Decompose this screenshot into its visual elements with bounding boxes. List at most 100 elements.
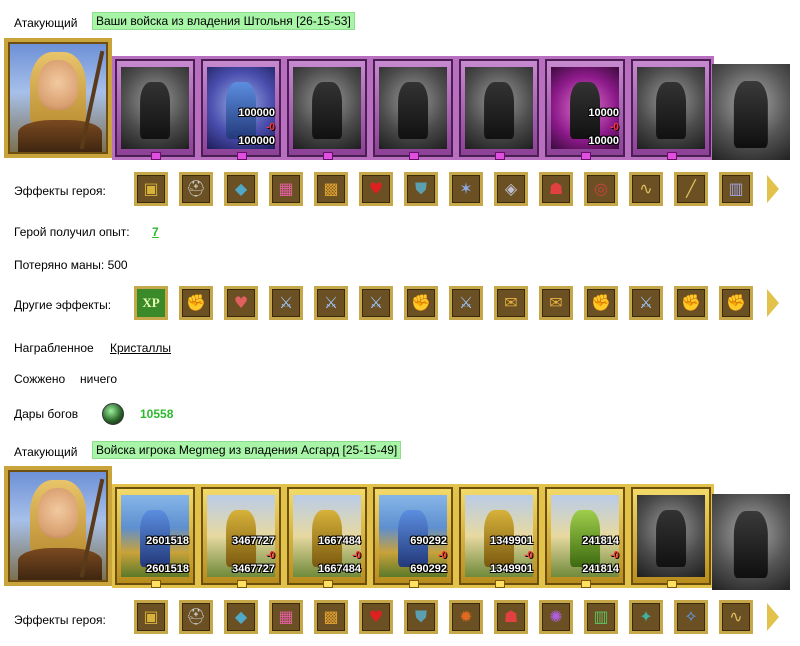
unit-loss: -0 — [610, 550, 619, 561]
boots-icon[interactable]: ◆ — [224, 600, 258, 634]
mana-lost-text: Потеряно маны: 500 — [14, 258, 128, 272]
fist-sword-icon[interactable]: ✊ — [179, 286, 213, 320]
crystal-icon-glyph: ✧ — [684, 607, 698, 626]
heart-icon[interactable]: ♥ — [359, 600, 393, 634]
burned-label: Сожжено — [14, 372, 66, 386]
whip-icon[interactable]: ∿ — [719, 600, 753, 634]
shield-icon[interactable]: ⛊ — [404, 172, 438, 206]
unit-count-remaining: 1667484 — [318, 563, 361, 575]
hero-portrait-2[interactable] — [4, 466, 112, 586]
unit-loss: -0 — [352, 550, 361, 561]
unit-slot[interactable] — [112, 56, 198, 160]
unit-loss: -0 — [610, 122, 619, 133]
gift-icon[interactable]: ▦ — [269, 600, 303, 634]
fist-sword-icon[interactable]: ✊ — [584, 286, 618, 320]
loot-value-link[interactable]: Кристаллы — [110, 341, 171, 355]
mask-icon-glyph: ☗ — [548, 179, 564, 198]
ring-icon-glyph: ◎ — [594, 179, 608, 198]
unit-slot[interactable]: 1667484 -0 1667484 — [284, 484, 370, 588]
unit-count: 241814 — [582, 535, 619, 547]
attacker-label-2: Атакующий — [14, 445, 78, 459]
rune-icon-glyph: ✦ — [639, 607, 653, 626]
unit-slot[interactable] — [370, 56, 456, 160]
exp-label: Герой получил опыт: — [14, 225, 130, 239]
armor-icon[interactable]: ▥ — [719, 172, 753, 206]
scroll-right-arrow-icon[interactable] — [766, 172, 780, 206]
mask-icon[interactable]: ☗ — [539, 172, 573, 206]
heart-icon[interactable]: ♥ — [359, 172, 393, 206]
sword-icon[interactable]: ⚔ — [449, 286, 483, 320]
unit-slot[interactable]: 100000 -0 100000 — [198, 56, 284, 160]
unit-slot[interactable] — [284, 56, 370, 160]
sword-icon-glyph: ⚔ — [278, 293, 294, 312]
sword-icon-glyph: ⚔ — [368, 293, 384, 312]
treasure-icon-glyph: ▩ — [323, 179, 339, 198]
helmet-icon[interactable]: ⛑ — [179, 172, 213, 206]
ring-icon[interactable]: ◎ — [584, 172, 618, 206]
shield-icon-glyph: ⛊ — [414, 179, 427, 198]
staff-icon[interactable]: ╱ — [674, 172, 708, 206]
sword-icon[interactable]: ⚔ — [359, 286, 393, 320]
amulet-icon[interactable]: ◈ — [494, 172, 528, 206]
hero-portrait[interactable] — [4, 38, 112, 158]
unit-count: 3467727 — [232, 535, 275, 547]
burned-value: ничего — [80, 372, 118, 386]
whip-icon[interactable]: ∿ — [629, 172, 663, 206]
fist-sword-icon[interactable]: ✊ — [719, 286, 753, 320]
unit-loss: -0 — [524, 550, 533, 561]
beast-icon[interactable]: ✺ — [539, 600, 573, 634]
fist-sword-icon[interactable]: ✊ — [404, 286, 438, 320]
sword-icon[interactable]: ⚔ — [269, 286, 303, 320]
gifts-value: 10558 — [140, 407, 174, 421]
unit-slot[interactable] — [456, 56, 542, 160]
sword-icon-glyph: ⚔ — [458, 293, 474, 312]
unit-slot[interactable]: 3467727 -0 3467727 — [198, 484, 284, 588]
unit-slot[interactable]: 690292 -0 690292 — [370, 484, 456, 588]
unit-slot[interactable]: 2601518 2601518 — [112, 484, 198, 588]
scroll-right-arrow-icon[interactable] — [766, 600, 780, 634]
fist-sword-icon-glyph: ✊ — [411, 293, 431, 312]
unit-count-remaining: 241814 — [582, 563, 619, 575]
army-title-2: Войска игрока Megmeg из владения Асгард … — [92, 441, 402, 459]
exp-value[interactable]: 7 — [152, 225, 159, 239]
helmet-icon[interactable]: ⛑ — [179, 600, 213, 634]
shield-icon[interactable]: ⛊ — [404, 600, 438, 634]
xp-icon[interactable]: XP — [134, 286, 168, 320]
gift-icon[interactable]: ▦ — [269, 172, 303, 206]
scroll-icon[interactable]: ✉ — [494, 286, 528, 320]
scroll-right-arrow-icon[interactable] — [766, 286, 780, 320]
unit-loss: -0 — [438, 550, 447, 561]
sword-icon[interactable]: ⚔ — [314, 286, 348, 320]
mask-icon-glyph: ☗ — [503, 607, 519, 626]
fist-sword-icon[interactable]: ✊ — [674, 286, 708, 320]
claw-icon[interactable]: ✶ — [449, 172, 483, 206]
crystal-icon[interactable]: ✧ — [674, 600, 708, 634]
other-effects-label: Другие эффекты: — [14, 298, 112, 312]
heart-sword-icon-glyph: ♥ — [233, 293, 249, 312]
rune-icon[interactable]: ✦ — [629, 600, 663, 634]
chest-icon-glyph: ▣ — [143, 179, 159, 198]
boots-icon[interactable]: ◆ — [224, 172, 258, 206]
chest-icon[interactable]: ▣ — [134, 172, 168, 206]
scroll-icon[interactable]: ✉ — [539, 286, 573, 320]
armor-icon-glyph: ▥ — [728, 179, 744, 198]
treasure-icon-glyph: ▩ — [323, 607, 339, 626]
unit-slot-empty[interactable] — [712, 494, 790, 590]
treasure-icon[interactable]: ▩ — [314, 172, 348, 206]
mask-icon[interactable]: ☗ — [494, 600, 528, 634]
heart-sword-icon[interactable]: ♥ — [224, 286, 258, 320]
flame-icon[interactable]: ✹ — [449, 600, 483, 634]
chest-icon[interactable]: ▣ — [134, 600, 168, 634]
unit-slot[interactable] — [628, 56, 714, 160]
treasure-icon[interactable]: ▩ — [314, 600, 348, 634]
loot-label: Награбленное — [14, 341, 94, 355]
unit-slot[interactable]: 241814 -0 241814 — [542, 484, 628, 588]
heart-icon-glyph: ♥ — [368, 179, 384, 198]
sword-icon[interactable]: ⚔ — [629, 286, 663, 320]
unit-slot[interactable]: 10000 -0 10000 — [542, 56, 628, 160]
sword-icon-glyph: ⚔ — [638, 293, 654, 312]
unit-slot[interactable] — [628, 484, 714, 588]
unit-slot[interactable]: 1349901 -0 1349901 — [456, 484, 542, 588]
unit-slot-empty[interactable] — [712, 64, 790, 160]
armor-green-icon[interactable]: ▥ — [584, 600, 618, 634]
